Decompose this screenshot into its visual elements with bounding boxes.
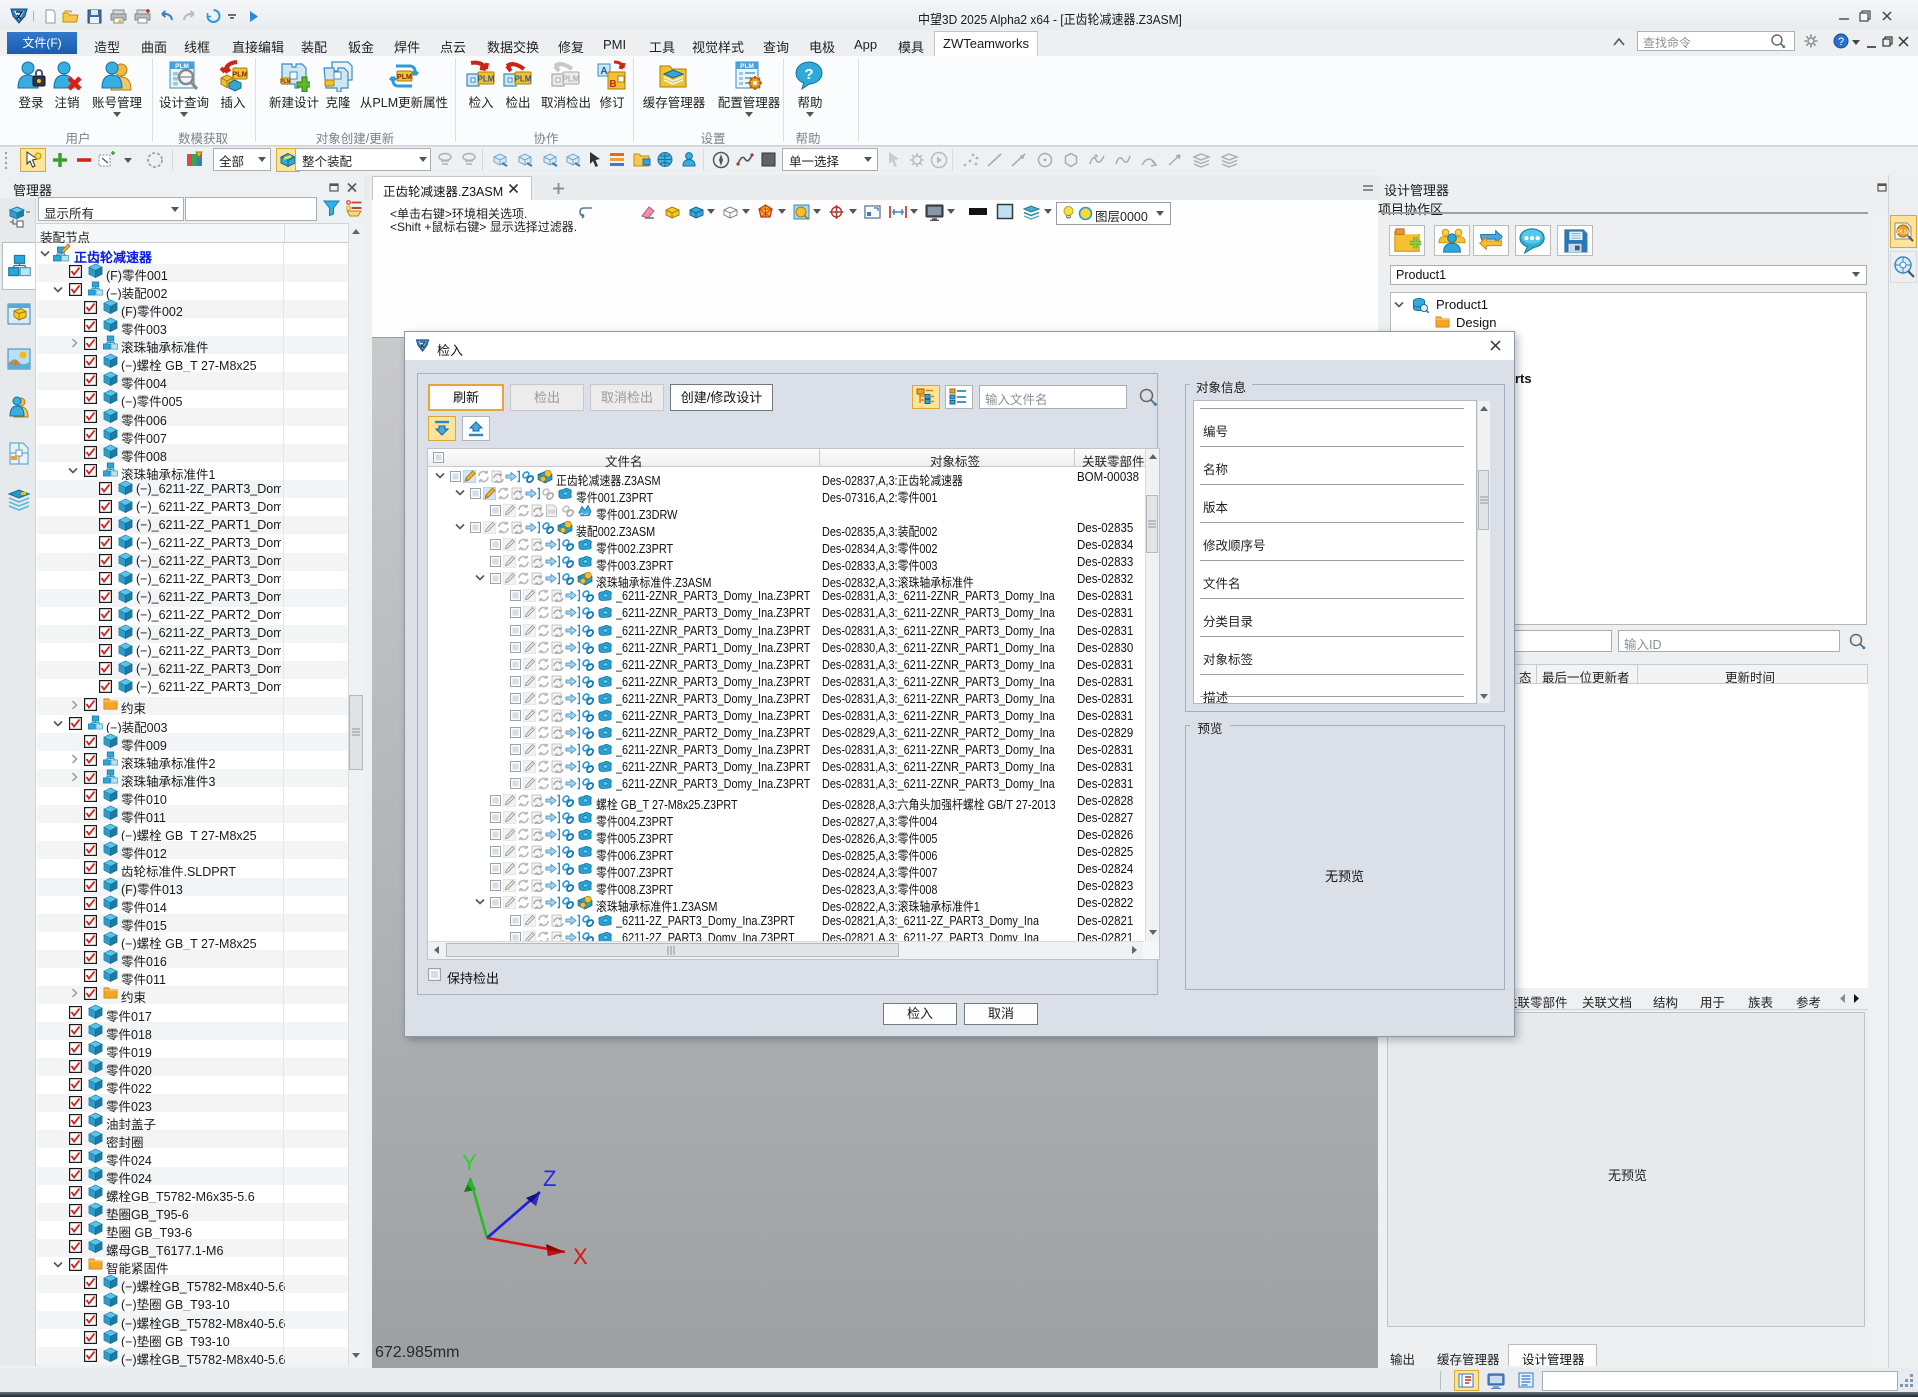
svg-text:PLM: PLM <box>1897 230 1909 236</box>
svg-text:PLM: PLM <box>280 79 291 85</box>
svg-text:X: X <box>573 1244 588 1269</box>
svg-text:PLM: PLM <box>397 74 412 81</box>
svg-text:B: B <box>609 79 616 90</box>
svg-text:?: ? <box>804 66 813 83</box>
svg-text:PLM: PLM <box>515 75 532 84</box>
svg-text:PLM: PLM <box>232 70 248 79</box>
svg-text:PLM: PLM <box>740 63 754 70</box>
svg-text:Y: Y <box>462 1150 477 1175</box>
svg-text:?: ? <box>1838 36 1844 48</box>
svg-text:A: A <box>600 66 607 77</box>
svg-text:Z: Z <box>543 1166 556 1191</box>
svg-text:PLM: PLM <box>563 75 580 84</box>
svg-text:PLM: PLM <box>478 75 495 84</box>
